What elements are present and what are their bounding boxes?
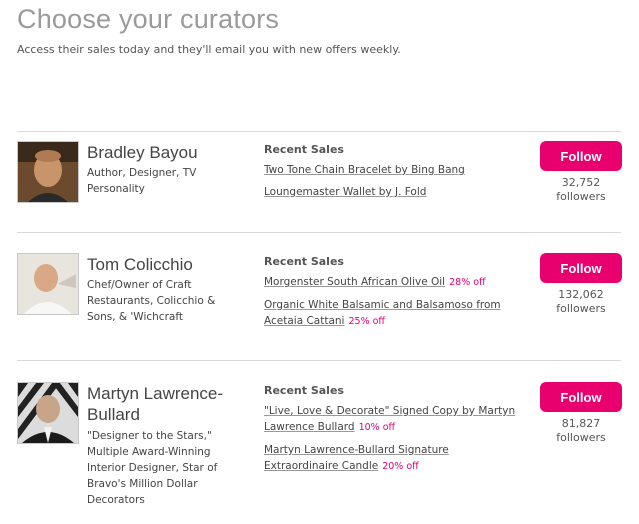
curator-card: Tom Colicchio Chef/Owner of Craft Restau… [17, 253, 622, 348]
sale-item: Organic White Balsamic and Balsamoso fro… [264, 297, 524, 330]
sale-item: Martyn Lawrence-Bullard Signature Extrao… [264, 442, 524, 475]
follow-button[interactable]: Follow [540, 382, 622, 412]
recent-sales-heading: Recent Sales [264, 143, 344, 156]
followers-label: followers [556, 190, 606, 203]
sale-item: "Live, Love & Decorate" Signed Copy by M… [264, 403, 524, 436]
sale-item: Two Tone Chain Bracelet by Bing Bang [264, 162, 524, 178]
discount-badge: 20% off [382, 461, 419, 472]
recent-sales: Recent Sales Two Tone Chain Bracelet by … [264, 143, 524, 206]
curator-name[interactable]: Martyn Lawrence-Bullard [87, 383, 247, 425]
discount-badge: 10% off [358, 422, 396, 433]
discount-badge: 28% off [449, 277, 486, 288]
avatar[interactable] [17, 382, 79, 444]
followers-number: 132,062 [558, 288, 604, 301]
curator-bio: Chef/Owner of Craft Restaurants, Colicch… [87, 279, 216, 323]
curator-card: Martyn Lawrence-Bullard "Designer to the… [17, 382, 622, 517]
followers-label: followers [556, 431, 606, 444]
discount-badge: 25% off [348, 316, 385, 327]
followers-count: 132,062 followers [540, 288, 622, 316]
recent-sales: Recent Sales "Live, Love & Decorate" Sig… [264, 384, 524, 481]
sale-link[interactable]: Two Tone Chain Bracelet by Bing Bang [264, 164, 465, 176]
avatar[interactable] [17, 141, 79, 203]
divider [17, 232, 621, 233]
curator-name[interactable]: Bradley Bayou [87, 142, 247, 163]
divider [17, 360, 621, 361]
followers-label: followers [556, 302, 606, 315]
followers-number: 81,827 [561, 417, 601, 430]
curator-name[interactable]: Tom Colicchio [87, 254, 247, 275]
page-subtitle: Access their sales today and they'll ema… [17, 43, 401, 56]
avatar-photo-icon [18, 254, 78, 314]
curator-bio: Author, Designer, TV Personality [87, 167, 197, 195]
recent-sales-heading: Recent Sales [264, 255, 344, 268]
followers-count: 81,827 followers [540, 417, 622, 445]
avatar-photo-icon [18, 383, 78, 443]
followers-count: 32,752 followers [540, 176, 622, 204]
page-title: Choose your curators [17, 4, 280, 34]
sale-link[interactable]: Loungemaster Wallet by J. Fold [264, 186, 426, 198]
follow-button[interactable]: Follow [540, 141, 622, 171]
divider [17, 131, 621, 132]
recent-sales-heading: Recent Sales [264, 384, 344, 397]
followers-number: 32,752 [561, 176, 601, 189]
curator-bio: "Designer to the Stars," Multiple Award-… [87, 430, 218, 506]
follow-button[interactable]: Follow [540, 253, 622, 283]
curators-page: Choose your curators Access their sales … [0, 0, 639, 524]
recent-sales: Recent Sales Morgenster South African Ol… [264, 255, 524, 336]
avatar-photo-icon [18, 142, 78, 202]
sale-link[interactable]: Martyn Lawrence-Bullard Signature Extrao… [264, 444, 449, 472]
sale-item: Morgenster South African Olive Oil 28% of… [264, 274, 524, 291]
curator-card: Bradley Bayou Author, Designer, TV Perso… [17, 141, 622, 221]
avatar[interactable] [17, 253, 79, 315]
sale-item: Loungemaster Wallet by J. Fold [264, 184, 524, 200]
sale-link[interactable]: Morgenster South African Olive Oil [264, 276, 445, 288]
